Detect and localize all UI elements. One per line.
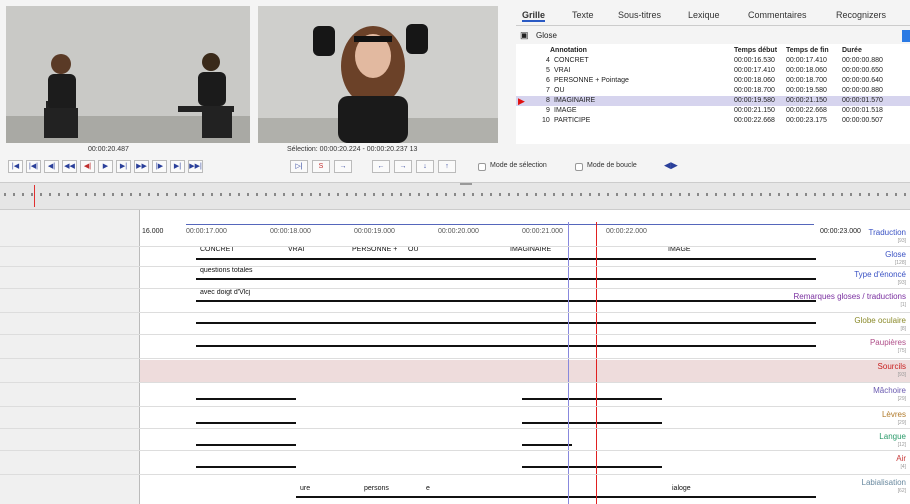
- table-row[interactable]: 4 CONCRET 00:00:16.530 00:00:17.410 00:00:0…: [516, 56, 910, 66]
- tier-name[interactable]: Remarques gloses / traductions: [794, 292, 907, 302]
- step-forward-button[interactable]: |▶: [152, 160, 167, 173]
- table-row[interactable]: 6 PERSONNE + Pointage 00:00:18.060 00:00:1…: [516, 76, 910, 86]
- time-ruler: 16.000 00:00:17.000 00:00:18.000 00:00:1…: [140, 222, 910, 244]
- overview-cursor: [34, 185, 35, 207]
- selection-mode-label: Mode de sélection: [490, 162, 547, 169]
- timeline-viewer[interactable]: 16.000 00:00:17.000 00:00:18.000 00:00:1…: [0, 210, 910, 504]
- loop-mode-label: Mode de boucle: [587, 162, 637, 169]
- previous-scrollview-button[interactable]: |◀|: [26, 160, 41, 173]
- selected-tier-highlight: [140, 360, 910, 382]
- annotation-type-enonce[interactable]: questions totales: [198, 266, 398, 276]
- video-frame-two-signers: [6, 53, 250, 143]
- splitter-handle[interactable]: [460, 183, 472, 185]
- tier-selector-value: Glose: [536, 31, 557, 40]
- go-to-end-button[interactable]: ▶▶|: [188, 160, 203, 173]
- tier-name[interactable]: Glose: [885, 250, 906, 260]
- annotation-labial[interactable]: ure: [298, 484, 358, 494]
- tier-name[interactable]: Labialisation: [862, 478, 906, 488]
- tab-lexique[interactable]: Lexique: [688, 10, 720, 20]
- tier-count: [93]: [897, 372, 906, 378]
- selection-mode-checkbox[interactable]: [478, 163, 486, 171]
- current-row-arrow-icon: ▶: [518, 96, 525, 106]
- ruler-label: 00:00:23.000: [820, 228, 861, 235]
- tab-bar: Grille Texte Sous-titres Lexique Comment…: [516, 6, 910, 26]
- annotation-table: Annotation Temps début Temps de fin Duré…: [516, 44, 910, 144]
- table-row[interactable]: 5 VRAI 00:00:17.410 00:00:18.060 00:00:00.6…: [516, 66, 910, 76]
- tier-count: [4]: [900, 464, 906, 470]
- ruler-label: 00:00:22.000: [606, 228, 647, 235]
- selection-marker: [568, 222, 569, 504]
- loop-mode-checkbox[interactable]: [575, 163, 583, 171]
- video-player-left: [6, 6, 250, 143]
- dropdown-icon: ▣: [520, 30, 529, 40]
- tier-count: [62]: [897, 488, 906, 494]
- tier-count: [29]: [897, 420, 906, 426]
- tier-count: [8]: [900, 326, 906, 332]
- current-time: 00:00:20.487: [88, 146, 129, 153]
- tier-name[interactable]: Mâchoire: [873, 386, 906, 396]
- tier-count: [1]: [900, 302, 906, 308]
- annotation-right-button[interactable]: →: [394, 160, 412, 173]
- tier-name[interactable]: Paupières: [870, 338, 906, 348]
- tier-count: [93]: [897, 238, 906, 244]
- tier-name[interactable]: Air: [896, 454, 906, 464]
- tier-names-column: [0, 210, 140, 504]
- annotation-labial[interactable]: ialoge: [670, 484, 730, 494]
- volume-icon[interactable]: ◀▶: [664, 160, 678, 171]
- tier-count: [12]: [897, 442, 906, 448]
- tier-count: [29]: [897, 396, 906, 402]
- annotation-labial[interactable]: e: [424, 484, 484, 494]
- tier-selector[interactable]: ▣ Glose: [516, 30, 910, 42]
- table-header: Annotation Temps début Temps de fin Duré…: [550, 47, 862, 54]
- table-row[interactable]: 9 IMAGE 00:00:21.150 00:00:22.668 00:00:01.…: [516, 106, 910, 116]
- play-selection-button[interactable]: ▷|: [290, 160, 308, 173]
- fast-forward-button[interactable]: ▶▶: [134, 160, 149, 173]
- tab-sous-titres[interactable]: Sous-titres: [618, 10, 661, 20]
- video-frame-signer-closeup: [258, 24, 498, 143]
- dropdown-arrow-icon: [902, 30, 910, 42]
- ruler-label: 00:00:18.000: [270, 228, 311, 235]
- ruler-label: 00:00:19.000: [354, 228, 395, 235]
- table-row-selected[interactable]: ▶ 8 IMAGINAIRE 00:00:19.580 00:00:21.150 00…: [516, 96, 910, 106]
- table-row[interactable]: 10 PARTICIPE 00:00:22.668 00:00:23.175 00:0…: [516, 116, 910, 126]
- selection-info: Sélection: 00:00:20.224 - 00:00:20.237 1…: [287, 146, 418, 153]
- tier-count: [75]: [897, 348, 906, 354]
- tier-down-button[interactable]: ↓: [416, 160, 434, 173]
- tab-commentaires[interactable]: Commentaires: [748, 10, 807, 20]
- go-to-begin-button[interactable]: |◀: [8, 160, 23, 173]
- ruler-label: 00:00:21.000: [522, 228, 563, 235]
- frame-back-button[interactable]: ◀|: [80, 160, 95, 173]
- tier-name[interactable]: Langue: [879, 432, 906, 442]
- tab-texte[interactable]: Texte: [572, 10, 594, 20]
- next-scrollview-button[interactable]: ▶|: [170, 160, 185, 173]
- timeline-overview[interactable]: [0, 182, 910, 210]
- video-player-right: [258, 6, 498, 143]
- annotation-remarques[interactable]: avec doigt d'Vlcj: [198, 288, 398, 298]
- tier-name[interactable]: Traduction: [869, 228, 907, 238]
- table-row[interactable]: 7 OU 00:00:18.700 00:00:19.580 00:00:00.880: [516, 86, 910, 96]
- selection-forward-button[interactable]: →: [334, 160, 352, 173]
- play-button[interactable]: ▶: [98, 160, 113, 173]
- ruler-label: 16.000: [142, 228, 164, 235]
- tier-name[interactable]: Lèvres: [882, 410, 906, 420]
- tier-count: [93]: [897, 280, 906, 286]
- clear-selection-button[interactable]: S: [312, 160, 330, 173]
- tier-name[interactable]: Type d'énoncé: [854, 270, 906, 280]
- ruler-label: 00:00:17.000: [186, 228, 227, 235]
- step-back-button[interactable]: ◀|: [44, 160, 59, 173]
- rewind-button[interactable]: ◀◀: [62, 160, 77, 173]
- tab-grille[interactable]: Grille: [522, 10, 546, 22]
- ruler-label: 00:00:20.000: [438, 228, 479, 235]
- tab-recognizers[interactable]: Recognizers: [836, 10, 886, 20]
- frame-forward-button[interactable]: ▶|: [116, 160, 131, 173]
- tier-up-button[interactable]: ↑: [438, 160, 456, 173]
- crosshair-cursor[interactable]: [596, 222, 597, 504]
- tier-name[interactable]: Sourcils: [878, 362, 906, 372]
- tier-name[interactable]: Globe oculaire: [854, 316, 906, 326]
- annotation-left-button[interactable]: ←: [372, 160, 390, 173]
- annotation-labial[interactable]: persons: [362, 484, 422, 494]
